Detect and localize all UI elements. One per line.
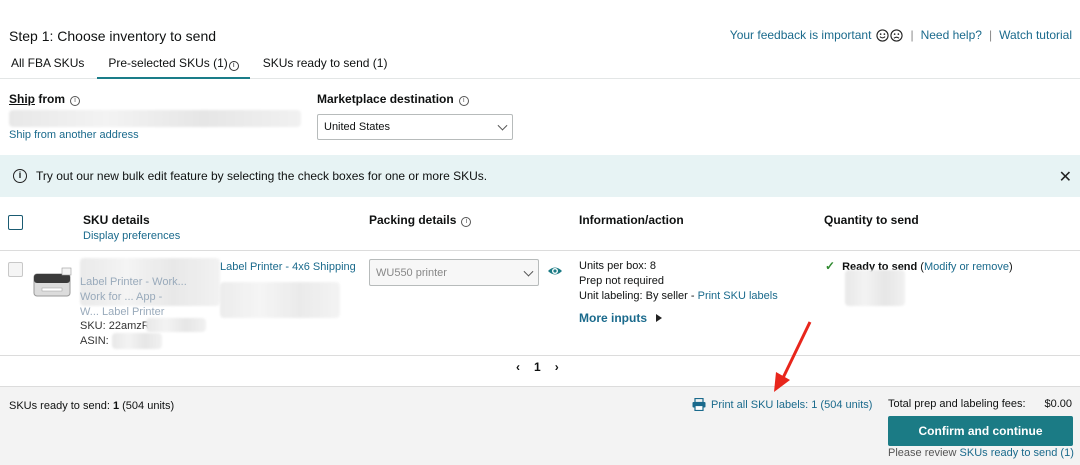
fees-value: $0.00	[1044, 398, 1072, 410]
page-number[interactable]: 1	[534, 360, 541, 374]
units-per-box: Units per box: 8	[579, 260, 657, 272]
caret-right-icon	[656, 314, 662, 322]
ready-label: SKUs ready to send:	[9, 400, 113, 412]
select-all-checkbox[interactable]	[8, 215, 23, 230]
asin-redacted	[112, 333, 162, 349]
ship-from-another-address-link[interactable]: Ship from another address	[9, 129, 139, 141]
row-divider	[0, 355, 1080, 356]
separator: |	[910, 28, 914, 42]
page-title: Step 1: Choose inventory to send	[9, 28, 217, 44]
product-thumbnail	[33, 267, 72, 297]
marketplace-label: Marketplace destination i	[317, 92, 469, 106]
tab-label: Pre-selected SKUs (1)	[108, 56, 228, 70]
review-skus-ready-link[interactable]: SKUs ready to send (1)	[960, 447, 1074, 459]
happy-face-icon[interactable]	[876, 28, 890, 42]
more-inputs-label: More inputs	[579, 311, 647, 325]
product-title-line: Label Printer - 4x6 Shipping	[220, 261, 356, 273]
chevron-down-icon	[497, 120, 508, 131]
footer-bar: SKUs ready to send: 1 (504 units) Print …	[0, 386, 1080, 465]
marketplace-select[interactable]: United States	[317, 114, 513, 140]
need-help-link[interactable]: Need help?	[921, 28, 982, 42]
eye-icon[interactable]	[547, 263, 563, 279]
print-sku-labels-link[interactable]: Print SKU labels	[698, 290, 778, 302]
header-divider	[0, 250, 1080, 251]
unit-labeling-text: Unit labeling: By seller -	[579, 290, 698, 302]
display-preferences-link[interactable]: Display preferences	[83, 230, 180, 242]
print-all-label: Print all SKU labels: 1 (504 units)	[711, 398, 873, 411]
unit-labeling: Unit labeling: By seller - Print SKU lab…	[579, 289, 778, 304]
info-icon[interactable]: i	[461, 217, 472, 227]
marketplace-selected-value: United States	[324, 121, 391, 133]
tab-bar: All FBA SKUs Pre-selected SKUs (1) i SKUs…	[0, 47, 1080, 79]
skus-ready-summary: SKUs ready to send: 1 (504 units)	[9, 400, 174, 412]
header-packing-details-text: Packing details	[369, 213, 457, 227]
ship-from-label-ship: Ship	[9, 92, 35, 106]
confirm-and-continue-button[interactable]: Confirm and continue	[888, 416, 1073, 446]
row-checkbox[interactable]	[8, 262, 23, 277]
printer-icon	[692, 398, 706, 411]
header-sku-details: SKU details	[83, 213, 150, 227]
info-icon[interactable]: i	[228, 61, 239, 71]
feedback-faces[interactable]	[876, 28, 904, 42]
info-icon[interactable]: i	[70, 96, 80, 106]
pagination: ‹ 1 ›	[516, 360, 559, 374]
prev-page-button[interactable]: ‹	[516, 360, 520, 374]
feedback-link[interactable]: Your feedback is important	[730, 28, 872, 42]
fees-label: Total prep and labeling fees:	[888, 398, 1026, 410]
review-note: Please review SKUs ready to send (1)	[888, 447, 1074, 459]
bulk-edit-banner: i Try out our new bulk edit feature by s…	[0, 155, 1080, 197]
ship-from-label-from: from	[35, 92, 65, 106]
next-page-button[interactable]: ›	[555, 360, 559, 374]
ship-from-label: Ship from i	[9, 92, 80, 106]
sku-redacted	[146, 318, 206, 332]
chevron-down-icon	[523, 266, 534, 277]
info-circle-icon: i	[13, 169, 27, 183]
quantity-redacted	[845, 270, 905, 306]
product-title-redacted	[220, 282, 340, 318]
paren: (	[917, 261, 924, 273]
tab-label: SKUs ready to send (1)	[262, 56, 388, 70]
information-action-cell: Units per box: 8 Prep not required Unit …	[579, 259, 778, 304]
tab-pre-selected-skus[interactable]: Pre-selected SKUs (1) i	[97, 47, 250, 79]
asin-value: ASIN:	[80, 335, 109, 347]
tab-skus-ready-to-send[interactable]: SKUs ready to send (1)	[252, 47, 399, 79]
sku-value: SKU: 22amzR	[80, 320, 150, 332]
header-information-action: Information/action	[579, 213, 684, 227]
packing-template-select[interactable]: WU550 printer	[369, 259, 539, 286]
info-icon[interactable]: i	[458, 96, 469, 106]
header-links: Your feedback is important | Need help? …	[730, 28, 1072, 42]
sad-face-icon[interactable]	[890, 28, 904, 42]
modify-or-remove-link[interactable]: Modify or remove	[924, 261, 1009, 273]
header-quantity-to-send: Quantity to send	[824, 213, 919, 227]
review-prefix: Please review	[888, 447, 960, 459]
ship-from-address-redacted	[9, 110, 301, 127]
paren: )	[1008, 261, 1013, 273]
packing-selected-value: WU550 printer	[376, 266, 447, 279]
close-icon[interactable]: ✕	[1059, 167, 1072, 187]
tab-label: All FBA SKUs	[11, 56, 85, 70]
ready-units: (504 units)	[119, 400, 175, 412]
tab-all-fba-skus[interactable]: All FBA SKUs	[0, 47, 95, 79]
more-inputs-toggle[interactable]: More inputs	[579, 311, 662, 325]
banner-text: Try out our new bulk edit feature by sel…	[36, 169, 488, 183]
annotation-arrow-icon	[774, 321, 812, 392]
checkmark-icon: ✓	[825, 259, 836, 273]
header-packing-details: Packing details i	[369, 213, 472, 227]
separator: |	[988, 28, 993, 42]
prep-status: Prep not required	[579, 275, 664, 287]
watch-tutorial-link[interactable]: Watch tutorial	[999, 28, 1072, 42]
marketplace-label-text: Marketplace destination	[317, 92, 454, 106]
